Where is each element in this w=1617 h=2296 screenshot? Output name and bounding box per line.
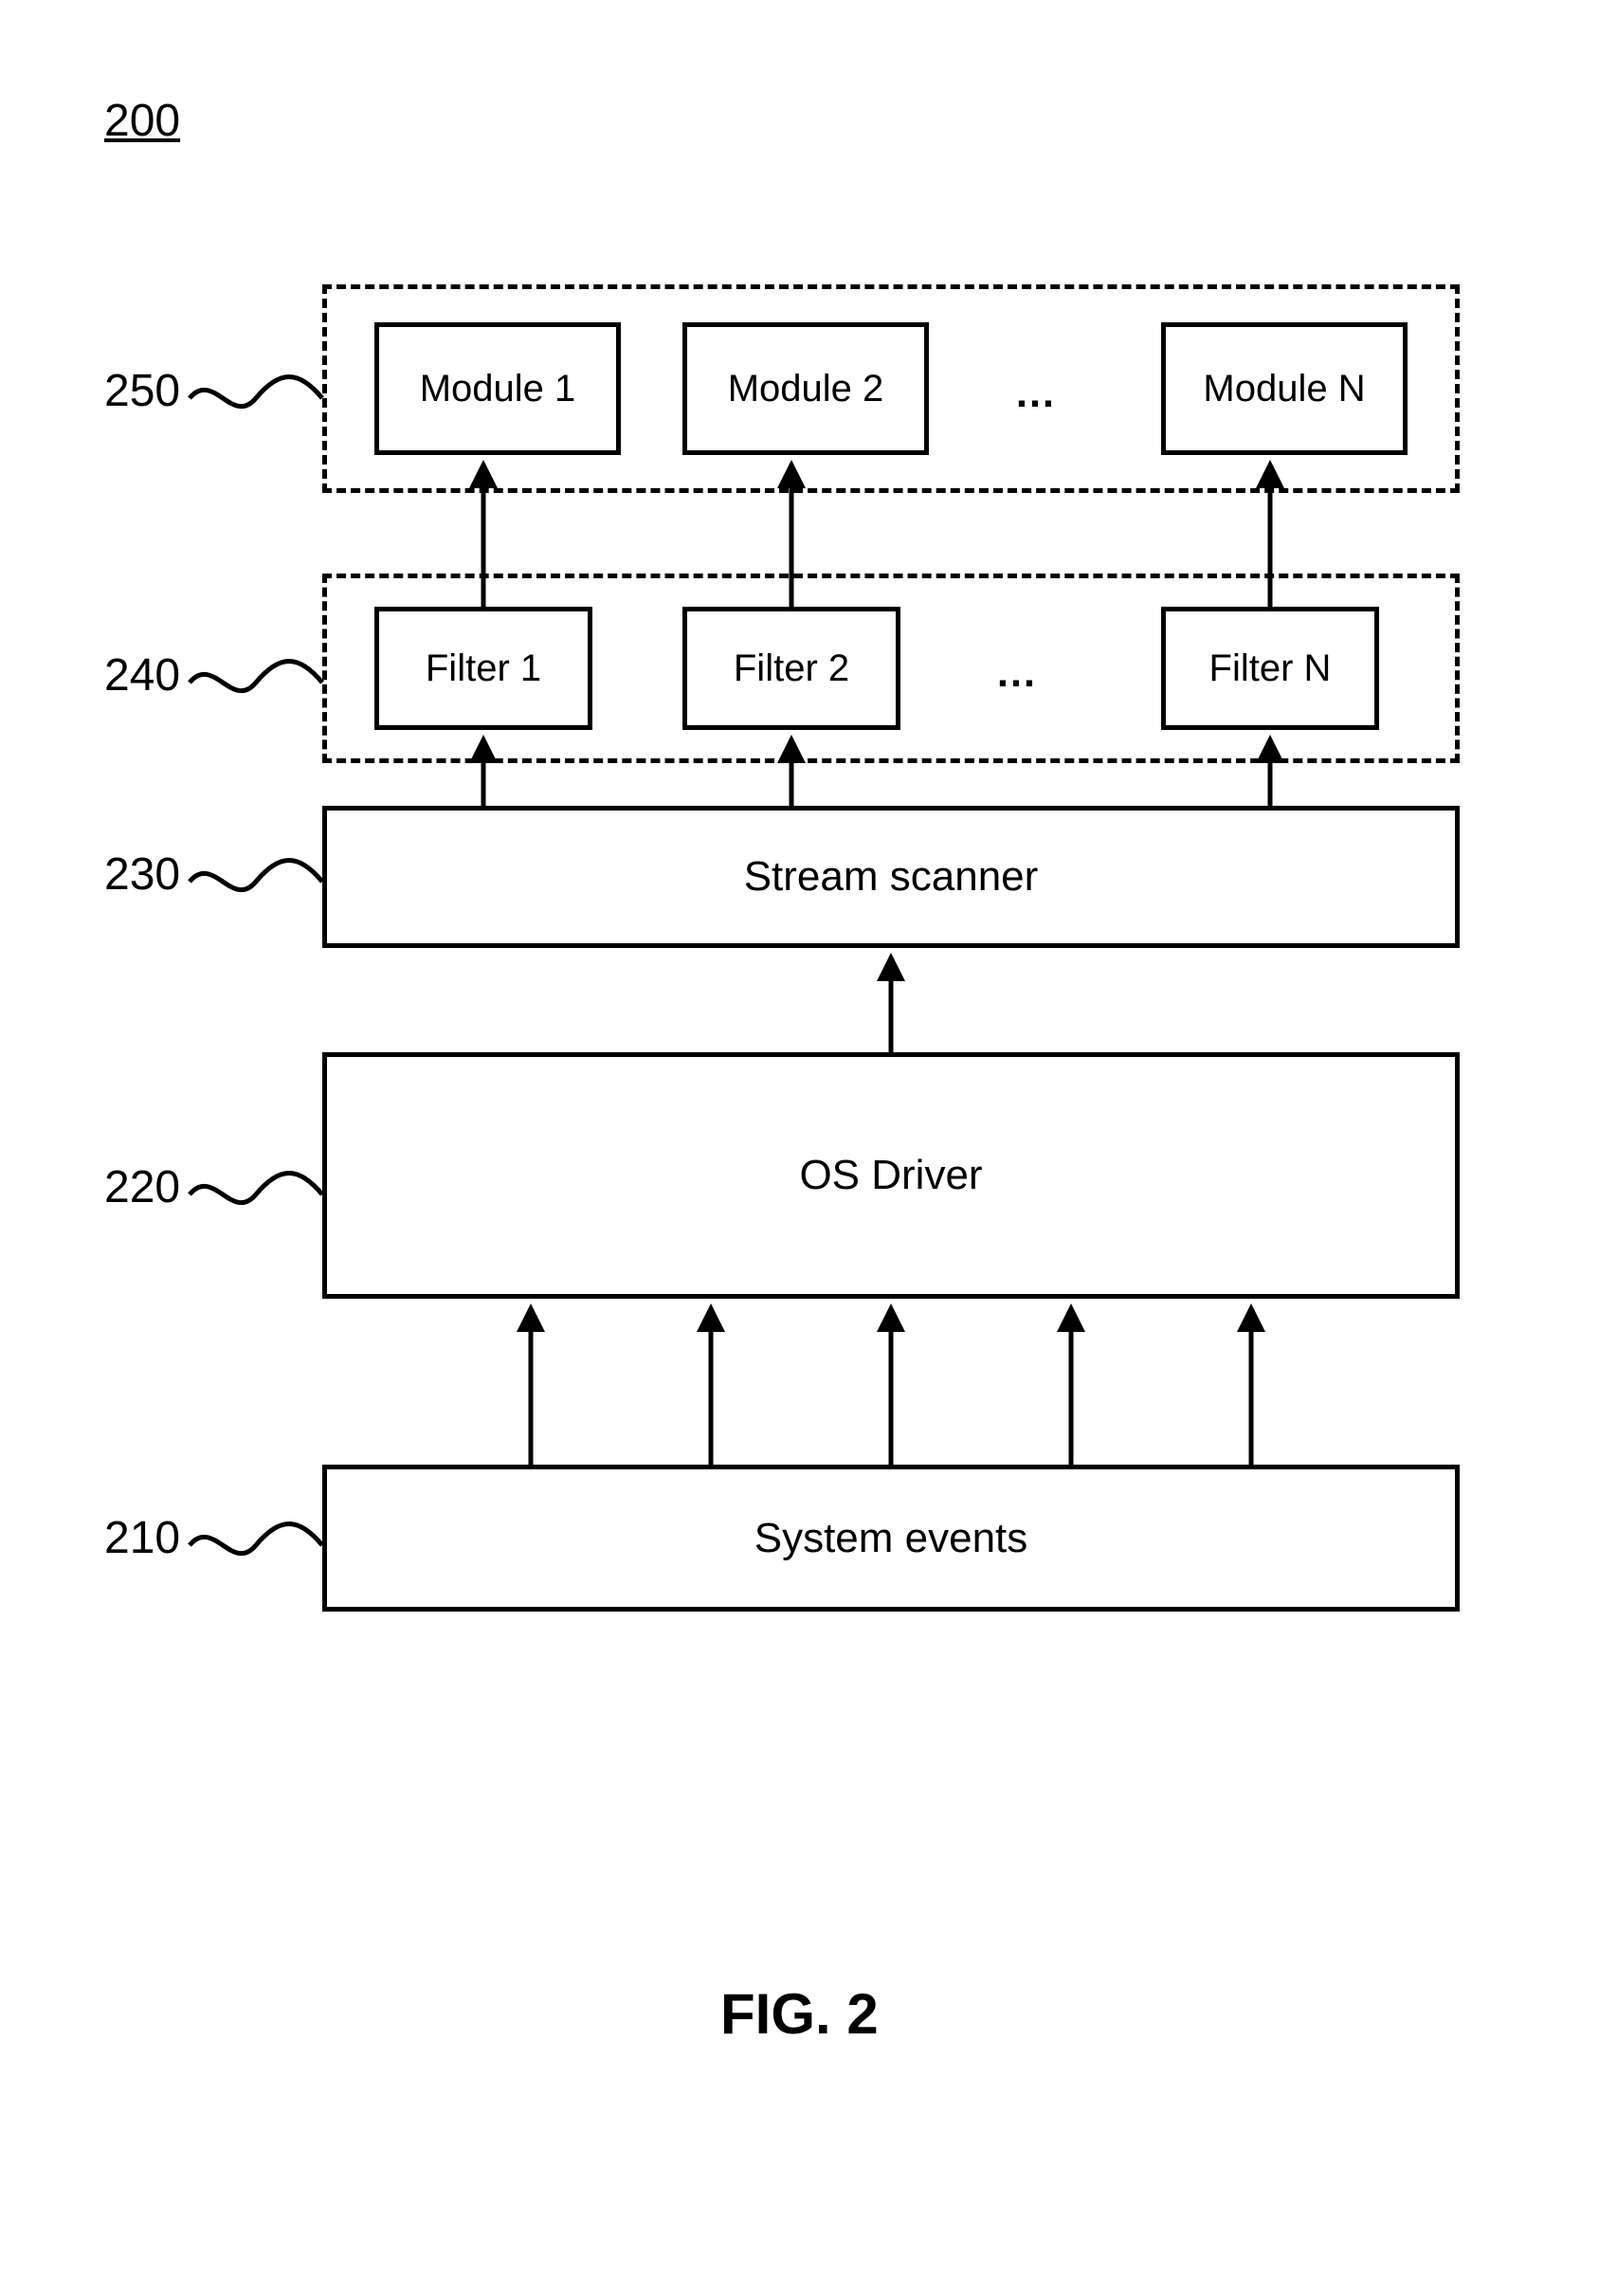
diagram-page: 200 250 240 230 220 210 Module 1 Module …	[0, 0, 1617, 2296]
figure-caption: FIG. 2	[720, 1981, 879, 2047]
arrows-layer	[0, 0, 1617, 2296]
